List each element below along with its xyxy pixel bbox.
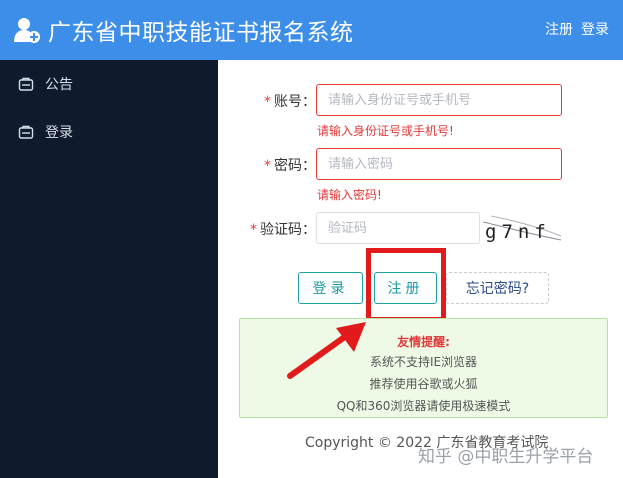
forgot-password-link[interactable]: 忘记密码? <box>446 272 549 304</box>
captcha-input[interactable] <box>316 212 480 244</box>
highlight-annotation <box>366 248 446 322</box>
captcha-label: * 验证码： <box>250 222 316 238</box>
user-add-icon <box>14 18 40 43</box>
account-label: * 账号： <box>264 94 316 110</box>
register-link[interactable]: 注册 <box>545 22 573 38</box>
sidebar-item-label: 登录 <box>45 125 73 141</box>
password-input[interactable] <box>316 148 562 180</box>
account-error: 请输入身份证号或手机号! <box>317 124 454 138</box>
sidebar-item-label: 公告 <box>45 77 73 93</box>
app-title: 广东省中职技能证书报名系统 <box>48 20 354 46</box>
sidebar-item-announcement[interactable]: 公告 <box>18 73 73 95</box>
required-mark: * <box>250 222 257 238</box>
captcha-image[interactable]: g7nf <box>481 214 563 244</box>
top-links: 注册 登录 <box>545 19 609 39</box>
svg-text:g7nf: g7nf <box>485 221 551 243</box>
required-mark: * <box>264 94 271 110</box>
notice-line: QQ和360浏览器请使用极速模式 <box>336 399 511 413</box>
password-error: 请输入密码! <box>317 188 382 202</box>
required-mark: * <box>264 158 271 174</box>
password-label: * 密码： <box>264 158 316 174</box>
watermark: 知乎 @中职生升学平台 <box>418 447 594 467</box>
account-input[interactable] <box>316 84 562 116</box>
sidebar-item-login[interactable]: 登录 <box>18 121 73 143</box>
folder-icon <box>18 77 34 91</box>
folder-icon <box>18 125 34 139</box>
login-button[interactable]: 登录 <box>298 272 363 304</box>
login-link[interactable]: 登录 <box>581 22 609 38</box>
arrow-annotation <box>287 322 366 379</box>
top-header: 广东省中职技能证书报名系统 注册 登录 <box>0 0 623 60</box>
